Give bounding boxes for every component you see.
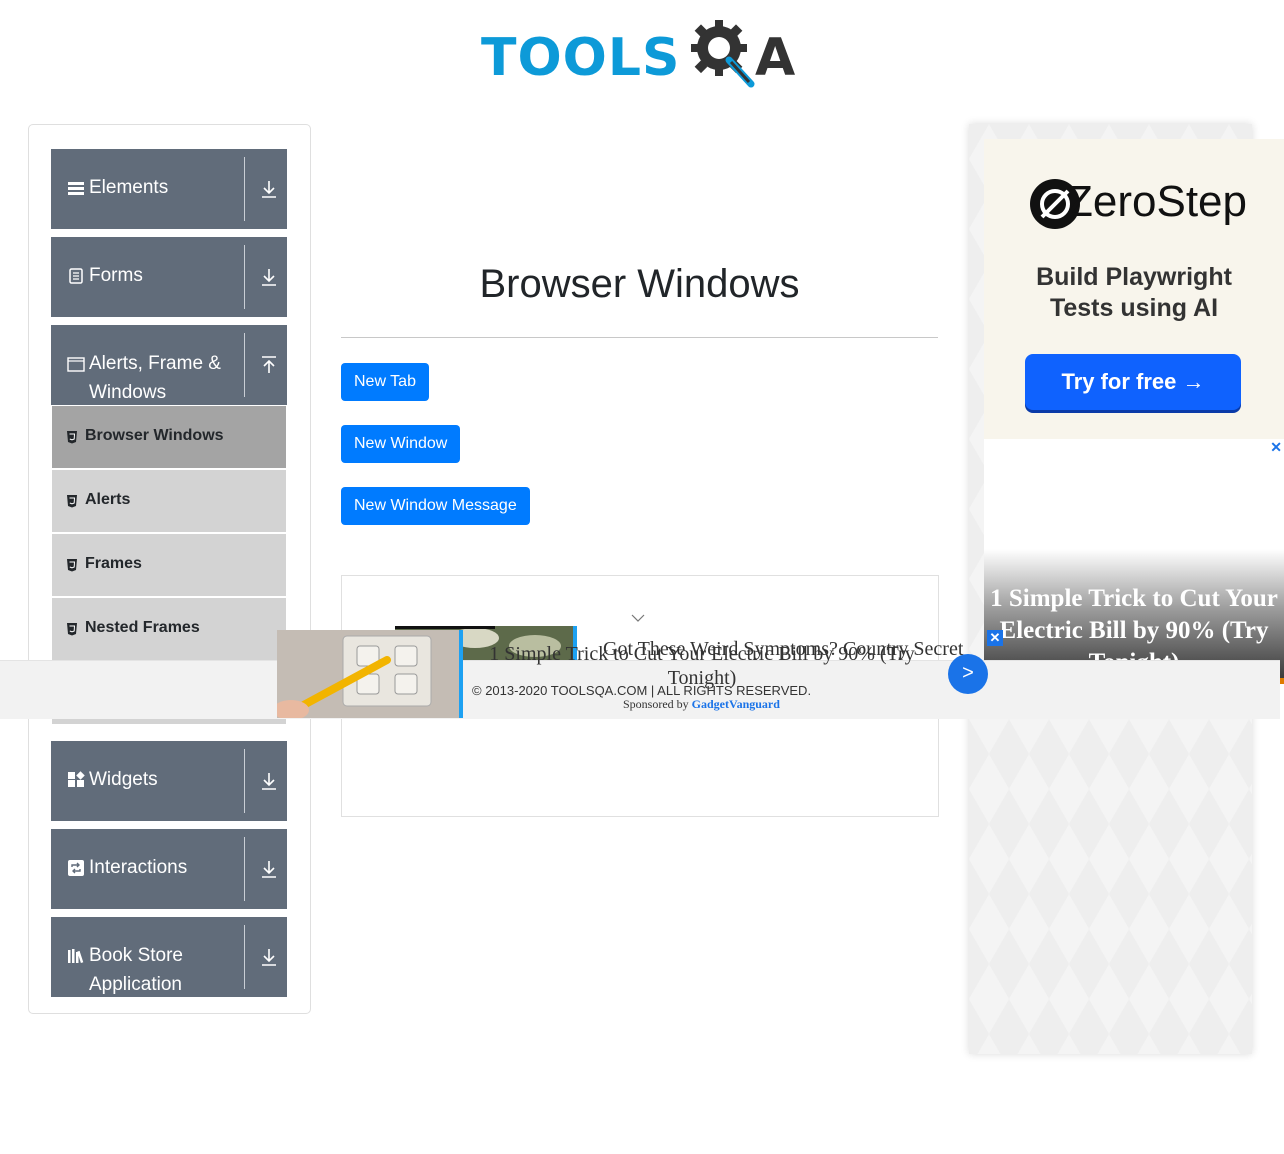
sidebar-group-label: Forms bbox=[89, 265, 143, 286]
logo-text: TOOLS bbox=[481, 28, 681, 88]
sidebar-group-label: Book Store Application bbox=[89, 945, 183, 995]
sidebar-group-label: Interactions bbox=[89, 857, 188, 878]
widgets-icon bbox=[68, 771, 85, 787]
sub-item-browser-windows[interactable]: Browser Windows bbox=[52, 406, 286, 470]
upload-arrow-icon[interactable] bbox=[259, 355, 279, 375]
sub-item-alerts[interactable]: Alerts bbox=[52, 470, 286, 534]
sub-item-label: Nested Frames bbox=[85, 619, 200, 636]
overlay-ad[interactable]: Got These Weird Symptoms? Country Secret… bbox=[277, 626, 1280, 718]
ad-accent-bar bbox=[459, 630, 463, 718]
sidebar-group-interactions[interactable]: Interactions bbox=[51, 829, 287, 909]
close-icon[interactable]: ✕ bbox=[987, 630, 1003, 646]
html5-icon bbox=[67, 495, 77, 508]
sidebar-group-widgets[interactable]: Widgets bbox=[51, 741, 287, 821]
sub-item-nested-frames[interactable]: Nested Frames bbox=[52, 598, 286, 662]
download-arrow-icon[interactable] bbox=[259, 267, 279, 287]
sidebar-group-label: Alerts, Frame & Windows bbox=[89, 353, 221, 403]
divider bbox=[244, 925, 245, 989]
zerostep-ad[interactable]: ZeroStep Build Playwright Tests using AI… bbox=[984, 139, 1284, 439]
title-divider bbox=[341, 337, 938, 338]
html5-icon bbox=[67, 431, 77, 444]
document-icon bbox=[69, 268, 83, 284]
html5-icon bbox=[67, 623, 77, 636]
new-window-message-button[interactable]: New Window Message bbox=[341, 487, 530, 525]
sponsor-name[interactable]: GadgetVanguard bbox=[692, 697, 780, 711]
page-title: Browser Windows bbox=[479, 262, 800, 306]
download-arrow-icon[interactable] bbox=[259, 771, 279, 791]
chevron-down-icon[interactable] bbox=[630, 612, 646, 624]
ad-line1: Build Playwright bbox=[1036, 263, 1232, 291]
sub-item-label: Browser Windows bbox=[85, 427, 224, 444]
download-arrow-icon[interactable] bbox=[259, 859, 279, 879]
sidebar-group-forms[interactable]: Forms bbox=[51, 237, 287, 317]
divider bbox=[244, 837, 245, 901]
left-panel: Elements Forms Alerts, Frame & Windows B… bbox=[28, 124, 311, 1014]
download-arrow-icon[interactable] bbox=[259, 947, 279, 967]
hamburger-icon bbox=[68, 182, 84, 195]
sub-item-label: Frames bbox=[85, 555, 142, 572]
sponsor-prefix: Sponsored by bbox=[623, 697, 689, 711]
logo-tail: A bbox=[755, 28, 796, 88]
books-icon bbox=[68, 949, 84, 964]
ad-thumbnail bbox=[277, 630, 459, 718]
window-icon bbox=[67, 357, 85, 372]
ad-brand: ZeroStep bbox=[1066, 177, 1247, 226]
ad-close-icon[interactable]: ✕ bbox=[1270, 439, 1282, 456]
sidebar-group-alerts-frame-windows[interactable]: Alerts, Frame & Windows bbox=[51, 325, 287, 405]
sponsor-line: Sponsored by GadgetVanguard bbox=[623, 697, 780, 712]
divider bbox=[244, 157, 245, 221]
sidebar-group-elements[interactable]: Elements bbox=[51, 149, 287, 229]
download-arrow-icon[interactable] bbox=[259, 179, 279, 199]
sidebar-group-label: Elements bbox=[89, 177, 169, 198]
ad-line2: Tests using AI bbox=[1049, 294, 1219, 322]
html5-icon bbox=[67, 559, 77, 572]
new-window-button[interactable]: New Window bbox=[341, 425, 461, 463]
divider bbox=[244, 245, 245, 309]
sub-item-frames[interactable]: Frames bbox=[52, 534, 286, 598]
toolsqa-logo[interactable]: TOOLS A bbox=[481, 14, 803, 92]
try-for-free-button[interactable]: Try for free → bbox=[1025, 354, 1241, 410]
sidebar-group-book-store-application[interactable]: Book Store Application bbox=[51, 917, 287, 997]
repeat-icon bbox=[68, 860, 84, 876]
new-tab-button[interactable]: New Tab bbox=[341, 363, 429, 401]
sidebar-group-label: Widgets bbox=[89, 769, 158, 790]
gear-magnifier-icon bbox=[691, 20, 755, 88]
divider bbox=[244, 749, 245, 813]
divider bbox=[244, 333, 245, 397]
ad-accent bbox=[1280, 678, 1284, 684]
sub-item-label: Alerts bbox=[85, 491, 131, 508]
ad-next-button[interactable]: > bbox=[948, 654, 988, 694]
overlay-ad-headline: 1 Simple Trick to Cut Your Electric Bill… bbox=[489, 643, 915, 689]
